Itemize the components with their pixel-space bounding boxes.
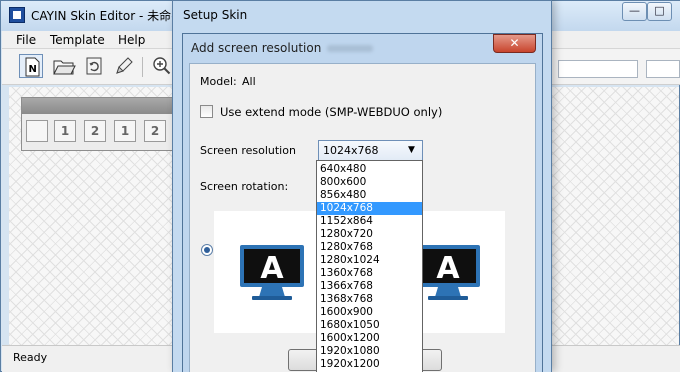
extend-mode-label[interactable]: Use extend mode (SMP-WEBDUO only) xyxy=(220,105,442,119)
page-1-icon[interactable]: 1 xyxy=(114,120,136,142)
main-window-title: CAYIN Skin Editor - 未命名 xyxy=(31,9,184,23)
blurred-title-suffix xyxy=(327,45,374,52)
save-icon[interactable] xyxy=(82,54,106,78)
screen-1-icon[interactable]: 1 xyxy=(54,120,76,142)
resolution-option[interactable]: 1152x864 xyxy=(317,215,422,228)
resolution-option[interactable]: 1360x768 xyxy=(317,267,422,280)
toolbar-separator xyxy=(142,57,143,77)
monitor-rotated-icon: A xyxy=(414,243,482,301)
resolution-label: Screen resolution xyxy=(200,144,296,157)
resolution-option[interactable]: 800x600 xyxy=(317,176,422,189)
resolution-option[interactable]: 1280x1024 xyxy=(317,254,422,267)
model-label: Model: xyxy=(200,75,237,88)
status-text: Ready xyxy=(13,351,48,364)
close-button[interactable]: ✕ xyxy=(493,34,536,53)
toolbar-field-2[interactable] xyxy=(646,60,680,78)
open-folder-icon[interactable] xyxy=(52,54,76,78)
resolution-option[interactable]: 1366x768 xyxy=(317,280,422,293)
chevron-down-icon: ▼ xyxy=(408,145,415,155)
toolbar-field-1[interactable] xyxy=(558,60,638,78)
menu-template[interactable]: Template xyxy=(50,33,105,47)
resolution-option[interactable]: 1600x900 xyxy=(317,306,422,319)
resolution-option[interactable]: 1280x768 xyxy=(317,241,422,254)
screen-2-icon[interactable]: 2 xyxy=(84,120,106,142)
menu-help[interactable]: Help xyxy=(118,33,145,47)
minimize-button[interactable]: — xyxy=(622,2,647,21)
svg-text:N: N xyxy=(29,64,37,75)
maximize-button[interactable]: □ xyxy=(647,2,672,21)
extend-mode-checkbox[interactable] xyxy=(200,105,213,118)
model-value: All xyxy=(242,75,256,88)
rotation-radio[interactable] xyxy=(201,244,213,256)
resolution-dropdown-list: 640x480 800x600 856x480 1024x768 1152x864 128… xyxy=(316,160,423,372)
resolution-option[interactable]: 1280x720 xyxy=(317,228,422,241)
resolution-select[interactable]: 1024x768 ▼ xyxy=(318,140,423,161)
dialog-title-text: Add screen resolution xyxy=(191,41,322,55)
pencil-icon[interactable] xyxy=(112,54,136,78)
resolution-option[interactable]: 640x480 xyxy=(317,163,422,176)
resolution-option[interactable]: 1368x768 xyxy=(317,293,422,306)
monitor-landscape-icon: A xyxy=(238,243,306,301)
resolution-option[interactable]: 1024x768 xyxy=(317,202,422,215)
image-icon[interactable] xyxy=(26,120,48,142)
setup-skin-title: Setup Skin xyxy=(183,8,248,22)
layout-panel-header[interactable] xyxy=(22,98,175,114)
preview-glyph-left: A xyxy=(260,251,284,286)
new-document-icon[interactable]: N xyxy=(19,54,43,78)
app-logo-icon xyxy=(9,7,25,23)
dialog-title: Add screen resolution xyxy=(191,41,374,55)
zoom-icon[interactable] xyxy=(150,54,174,78)
layout-panel: 1 2 1 2 xyxy=(21,97,176,151)
resolution-option[interactable]: 1920x1080 xyxy=(317,345,422,358)
preview-glyph-right: A xyxy=(436,251,460,286)
rotation-label: Screen rotation: xyxy=(200,180,289,193)
resolution-option[interactable]: 1680x1050 xyxy=(317,319,422,332)
resolution-select-value: 1024x768 xyxy=(323,144,379,157)
resolution-option[interactable]: 1920x1200 xyxy=(317,358,422,371)
resolution-option[interactable]: 856x480 xyxy=(317,189,422,202)
menu-file[interactable]: File xyxy=(16,33,36,47)
page-2-icon[interactable]: 2 xyxy=(144,120,166,142)
resolution-option[interactable]: 1600x1200 xyxy=(317,332,422,345)
